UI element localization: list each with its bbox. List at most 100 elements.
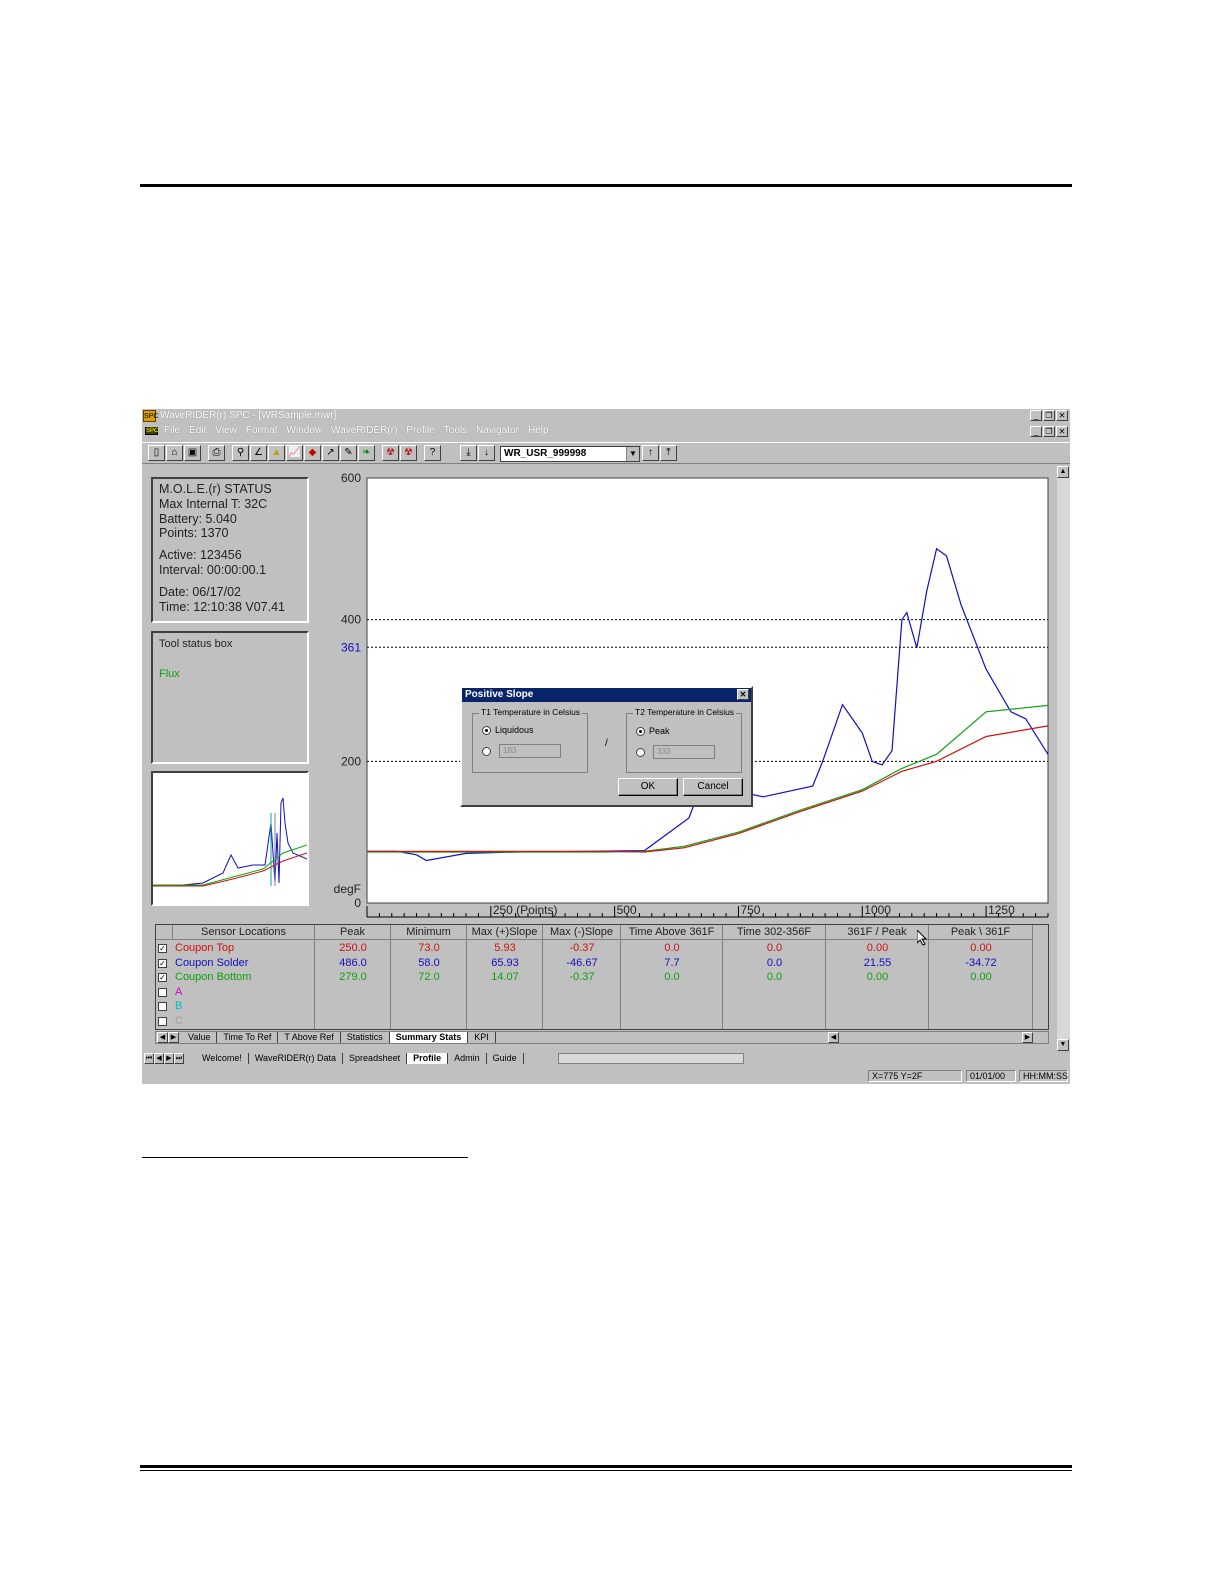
document-icon[interactable]: SPC bbox=[145, 427, 158, 435]
menu-waverider[interactable]: WaveRIDER(r) bbox=[331, 425, 397, 436]
slope-icon[interactable]: ↗ bbox=[322, 445, 339, 461]
scroll-up-icon[interactable]: ▲ bbox=[1057, 466, 1069, 478]
sheet-tab-waverider-r-data[interactable]: WaveRIDER(r) Data bbox=[249, 1053, 344, 1064]
t2-peak-radio[interactable] bbox=[636, 727, 645, 736]
grid-header-5[interactable]: Time Above 361F bbox=[621, 925, 723, 940]
horizontal-scrollbar[interactable] bbox=[558, 1053, 744, 1064]
sensor-checkbox[interactable]: ✓ bbox=[158, 944, 167, 953]
next-sheet-icon[interactable]: ▶ bbox=[164, 1053, 174, 1064]
t2-value-field[interactable]: 333 bbox=[653, 745, 715, 759]
new-file-icon[interactable]: ▯ bbox=[148, 445, 165, 461]
help-icon[interactable]: ? bbox=[424, 445, 441, 461]
tab-t-above-ref[interactable]: T Above Ref bbox=[278, 1032, 341, 1043]
dialog-close-icon[interactable]: ✕ bbox=[737, 689, 749, 700]
chevron-down-icon[interactable]: ▼ bbox=[626, 447, 639, 461]
sheet-tab-welcome-[interactable]: Welcome! bbox=[196, 1053, 249, 1064]
tab-scroll-left-icon[interactable]: ◀ bbox=[157, 1032, 168, 1043]
sensor-checkbox[interactable]: ✓ bbox=[158, 973, 167, 982]
grid-cell: 65.93 bbox=[491, 956, 519, 969]
menu-edit[interactable]: Edit bbox=[189, 425, 206, 436]
hscroll-right-icon[interactable]: ▶ bbox=[1022, 1032, 1033, 1043]
tab-kpi[interactable]: KPI bbox=[468, 1032, 496, 1043]
grid-header-7[interactable]: 361F / Peak bbox=[826, 925, 929, 940]
hscroll-left-icon[interactable]: ◀ bbox=[828, 1032, 839, 1043]
tab-summary-stats[interactable]: Summary Stats bbox=[389, 1032, 469, 1043]
t1-custom-radio[interactable] bbox=[482, 747, 491, 756]
t1-liquidous-radio[interactable] bbox=[482, 726, 491, 735]
pen-icon[interactable]: ✎ bbox=[340, 445, 357, 461]
tab-scroll-right-icon[interactable]: ▶ bbox=[168, 1032, 179, 1043]
sheet-tab-spreadsheet[interactable]: Spreadsheet bbox=[343, 1053, 408, 1064]
angle-icon[interactable]: ∠ bbox=[250, 445, 267, 461]
tab-statistics[interactable]: Statistics bbox=[341, 1032, 390, 1043]
grid-header-2[interactable]: Minimum bbox=[391, 925, 467, 940]
grid-corner[interactable] bbox=[156, 925, 173, 940]
grid-header-0[interactable]: Sensor Locations bbox=[173, 925, 315, 940]
tab-time-to-ref[interactable]: Time To Ref bbox=[217, 1032, 279, 1043]
print-icon[interactable]: ⎙ bbox=[208, 445, 225, 461]
tool-status-title: Tool status box bbox=[159, 638, 233, 650]
sheet-tab-profile[interactable]: Profile bbox=[407, 1053, 449, 1064]
menu-view[interactable]: View bbox=[215, 425, 237, 436]
prev-sheet-icon[interactable]: ◀ bbox=[154, 1053, 164, 1064]
menu-profile[interactable]: Profile bbox=[406, 425, 434, 436]
chart-icon[interactable]: 📈 bbox=[286, 445, 303, 461]
menu-tools[interactable]: Tools bbox=[444, 425, 467, 436]
y-tick-600: 600 bbox=[341, 471, 361, 485]
grid-cell: 0.0 bbox=[766, 942, 783, 954]
radiation-icon-1[interactable]: ☢ bbox=[382, 445, 399, 461]
t2-custom-radio[interactable] bbox=[636, 748, 645, 757]
tool-status-box: Tool status box Flux bbox=[151, 631, 309, 764]
header-rule bbox=[140, 184, 1072, 187]
last-record-icon[interactable]: ⤒ bbox=[660, 445, 677, 461]
menu-navigator[interactable]: Navigator bbox=[476, 425, 519, 436]
color-icon[interactable]: ◆ bbox=[304, 445, 321, 461]
sensor-name: B bbox=[175, 1000, 183, 1012]
menu-format[interactable]: Format bbox=[246, 425, 278, 436]
menu-help[interactable]: Help bbox=[528, 425, 549, 436]
leaf-icon[interactable]: ❧ bbox=[358, 445, 375, 461]
sheet-tab-guide[interactable]: Guide bbox=[487, 1053, 524, 1064]
scroll-down-icon[interactable]: ▼ bbox=[1057, 1039, 1069, 1051]
sensor-checkbox[interactable]: ✓ bbox=[158, 958, 167, 968]
doc-minimize-button[interactable]: _ bbox=[1030, 426, 1042, 437]
sheet-tab-admin[interactable]: Admin bbox=[448, 1053, 487, 1064]
radiation-icon-2[interactable]: ☢ bbox=[400, 445, 417, 461]
sensor-checkbox[interactable] bbox=[158, 1016, 167, 1026]
zoom-icon[interactable]: ⚲ bbox=[232, 445, 249, 461]
thumbnail-chart[interactable] bbox=[151, 771, 309, 906]
grid-header-4[interactable]: Max (-)Slope bbox=[543, 925, 621, 940]
sensor-checkbox[interactable] bbox=[158, 987, 167, 997]
grid-header-1[interactable]: Peak bbox=[315, 925, 391, 940]
first-sheet-icon[interactable]: ⏮ bbox=[144, 1053, 154, 1064]
minimize-button[interactable]: _ bbox=[1030, 410, 1042, 421]
grid-header-6[interactable]: Time 302-356F bbox=[723, 925, 826, 940]
up-arrow-icon[interactable]: ↑ bbox=[642, 445, 659, 461]
ref-label-400: 400 bbox=[341, 613, 361, 627]
last-sheet-icon[interactable]: ⏭ bbox=[174, 1053, 184, 1064]
vertical-scrollbar[interactable]: ▲ ▼ bbox=[1057, 466, 1070, 1051]
sensor-checkbox[interactable] bbox=[158, 1002, 167, 1011]
doc-close-button[interactable]: ✕ bbox=[1056, 426, 1068, 437]
restore-button[interactable]: ❐ bbox=[1043, 410, 1055, 421]
ref-label-361: 361 bbox=[341, 640, 361, 654]
grid-cell: 0.0 bbox=[664, 942, 680, 954]
ok-button[interactable]: OK bbox=[618, 778, 678, 796]
warning-icon[interactable]: ▲ bbox=[268, 445, 285, 461]
menu-file[interactable]: File bbox=[164, 425, 180, 436]
doc-restore-button[interactable]: ❐ bbox=[1043, 426, 1055, 437]
first-record-icon[interactable]: ⤓ bbox=[460, 445, 477, 461]
cancel-button[interactable]: Cancel bbox=[683, 778, 743, 796]
grid-header-8[interactable]: Peak \ 361F bbox=[929, 925, 1033, 940]
open-folder-icon[interactable]: ⌂ bbox=[166, 445, 183, 461]
save-icon[interactable]: ▣ bbox=[184, 445, 201, 461]
sensor-name: Coupon Solder bbox=[175, 956, 249, 969]
user-combo[interactable]: WR_USR_999998 ▼ bbox=[500, 446, 640, 462]
grid-header-3[interactable]: Max (+)Slope bbox=[467, 925, 543, 940]
status-date-field: 01/01/00 bbox=[966, 1070, 1016, 1082]
tab-value[interactable]: Value bbox=[182, 1032, 218, 1043]
menu-window[interactable]: Window bbox=[287, 425, 323, 436]
down-arrow-icon[interactable]: ↓ bbox=[478, 445, 495, 461]
t1-value-field[interactable]: 183 bbox=[499, 744, 561, 758]
close-button[interactable]: ✕ bbox=[1056, 410, 1068, 421]
